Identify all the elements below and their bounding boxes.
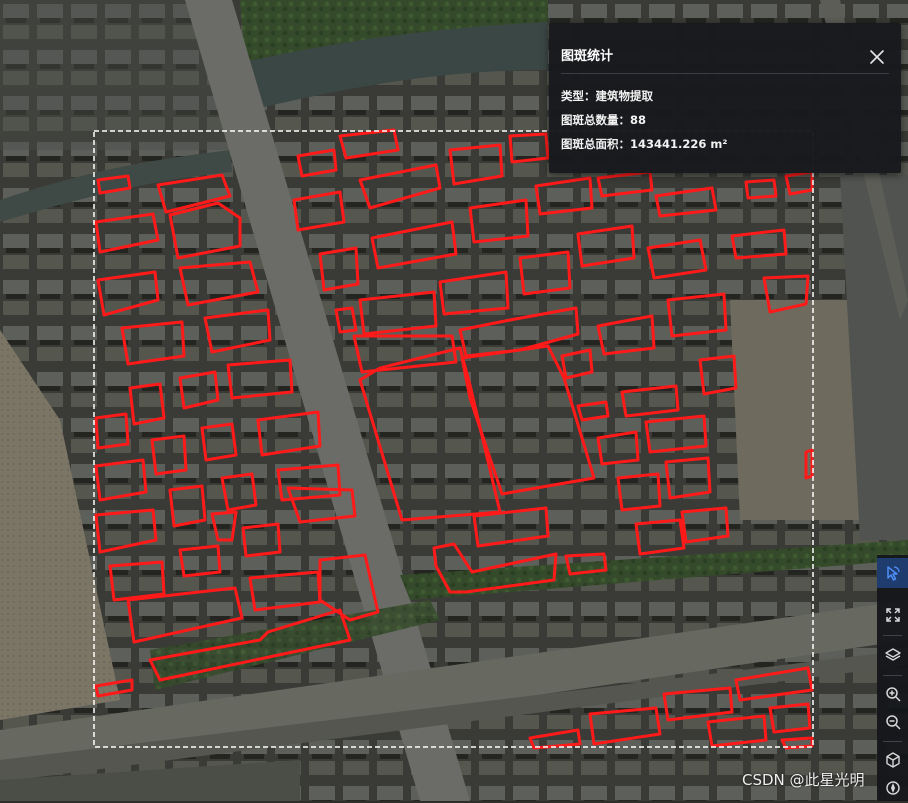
area-value: 143441.226 m² (630, 137, 728, 151)
count-label: 图斑总数量： (561, 113, 630, 127)
count-row: 图斑总数量：88 (561, 112, 646, 128)
panel-divider (561, 73, 889, 74)
pointer-select-icon[interactable] (877, 558, 908, 588)
map-toolbar (877, 555, 908, 801)
panel-title: 图斑统计 (561, 49, 614, 64)
fullscreen-icon[interactable] (877, 600, 908, 630)
zoom-in-icon[interactable] (877, 679, 908, 709)
type-value: 建筑物提取 (595, 89, 654, 103)
area-label: 图斑总面积： (561, 137, 630, 151)
3d-view-icon[interactable] (877, 745, 908, 775)
patch-statistics-panel: 图斑统计 类型：建筑物提取 图斑总数量：88 图斑总面积：143441.226 … (549, 23, 901, 173)
type-row: 类型：建筑物提取 (561, 88, 653, 104)
compass-icon[interactable] (877, 773, 908, 803)
zoom-out-icon[interactable] (877, 707, 908, 737)
layers-icon[interactable] (877, 640, 908, 670)
count-value: 88 (630, 113, 647, 127)
watermark: CSDN @此星光明 (742, 771, 865, 789)
area-row: 图斑总面积：143441.226 m² (561, 136, 727, 152)
close-icon[interactable] (867, 47, 887, 67)
type-label: 类型： (561, 89, 596, 103)
